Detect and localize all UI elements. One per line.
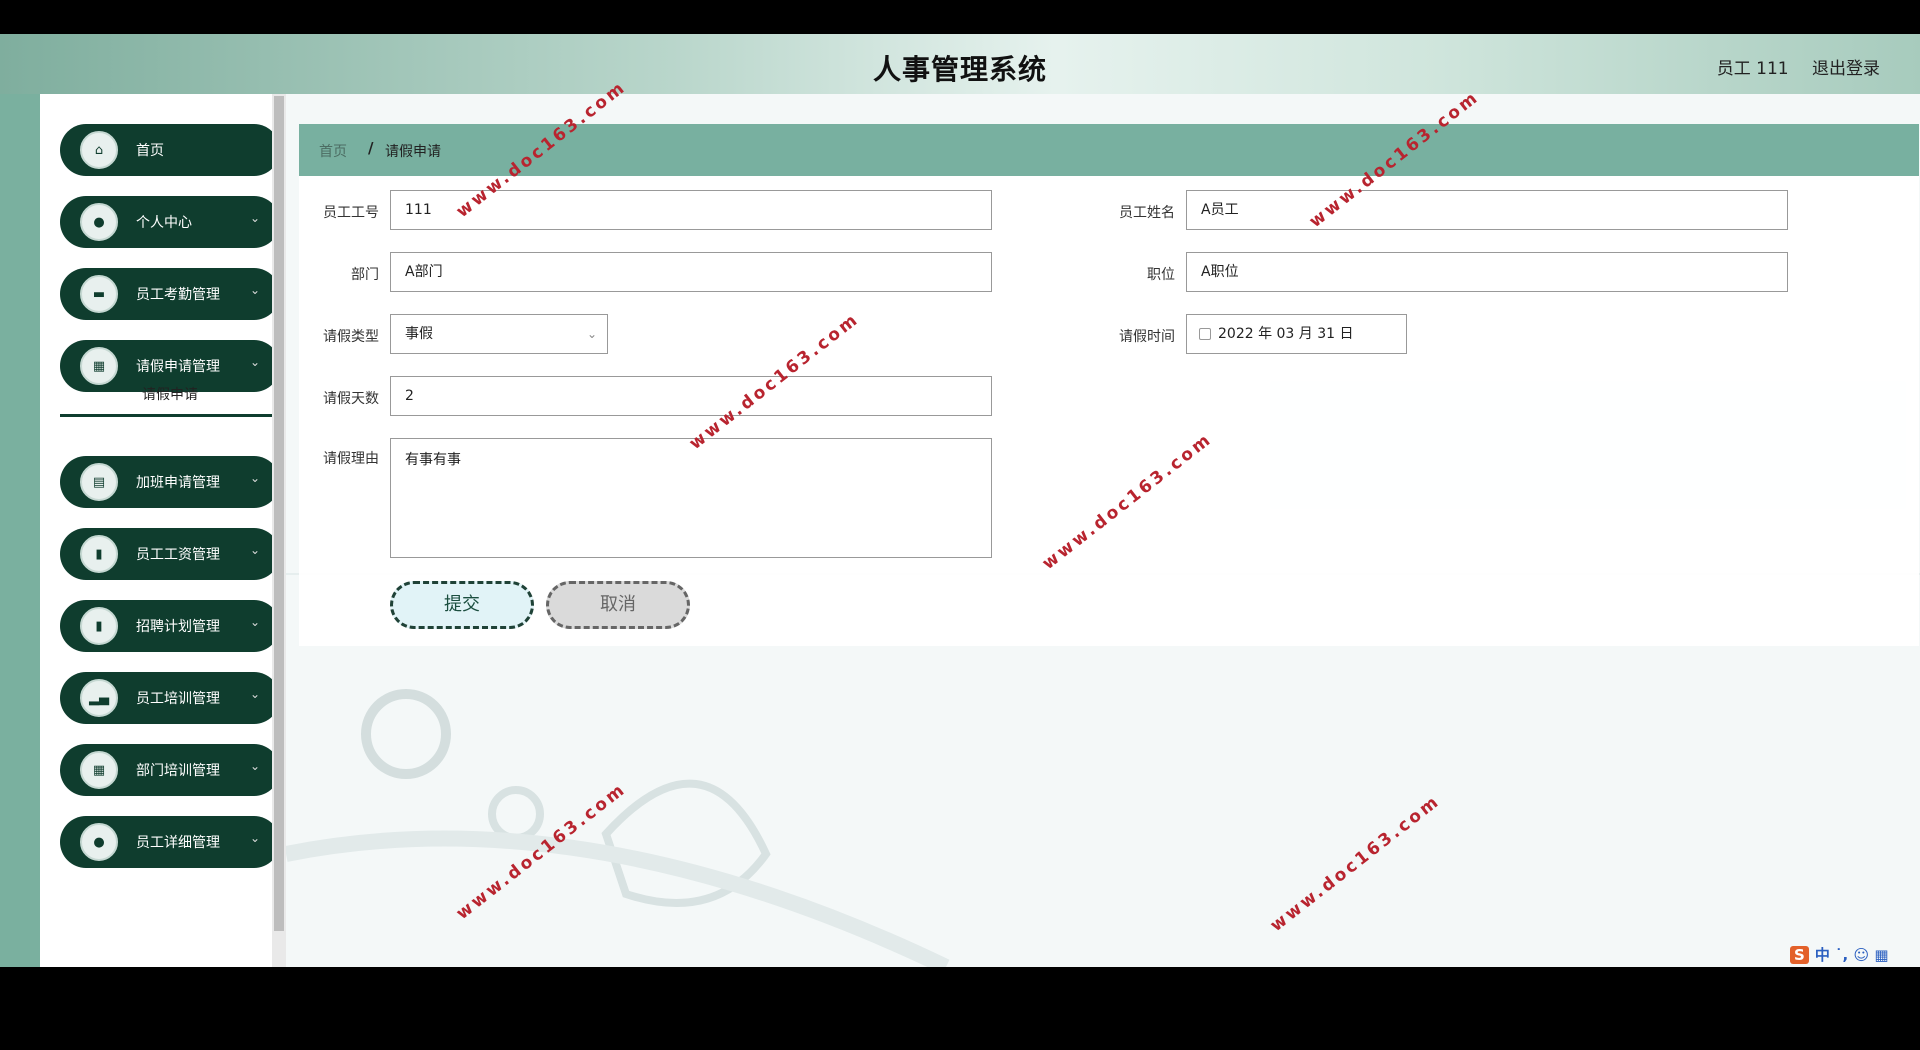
position-field[interactable]: A职位 xyxy=(1186,252,1788,292)
sidebar-item-department-training[interactable]: ▦ 部门培训管理 ⌄ xyxy=(60,744,280,796)
sidebar-item-attendance[interactable]: ▬ 员工考勤管理 ⌄ xyxy=(60,268,280,320)
sidebar-item-label: 个人中心 xyxy=(136,215,192,231)
leave-days-field[interactable]: 2 xyxy=(390,376,992,416)
sidebar-item-label: 加班申请管理 xyxy=(136,475,220,491)
leave-type-label: 请假类型 xyxy=(323,329,379,345)
chevron-down-icon: ⌄ xyxy=(249,283,260,297)
employee-id-label: 员工工号 xyxy=(323,205,379,221)
chevron-down-icon: ⌄ xyxy=(249,831,260,845)
chevron-down-icon: ⌄ xyxy=(249,759,260,773)
sidebar-item-home[interactable]: ⌂ 首页 xyxy=(60,124,280,176)
ime-toolbar[interactable]: S 中 ˙, ☺ ▦ xyxy=(1790,944,1889,965)
chevron-down-icon: ⌄ xyxy=(249,355,260,369)
sidebar-item-label: 员工工资管理 xyxy=(136,547,220,563)
chevron-down-icon: ⌄ xyxy=(249,211,260,225)
department-label: 部门 xyxy=(351,267,379,283)
grid-icon: ▦ xyxy=(80,751,118,789)
submit-button[interactable]: 提交 xyxy=(390,581,534,629)
ime-logo: S xyxy=(1790,946,1809,964)
ime-status: 中 ˙, ☺ ▦ xyxy=(1814,946,1889,964)
home-icon: ⌂ xyxy=(80,131,118,169)
chevron-down-icon: ⌄ xyxy=(249,687,260,701)
sidebar-item-employee-training[interactable]: ▂▄ 员工培训管理 ⌄ xyxy=(60,672,280,724)
user-area: 员工 111 退出登录 xyxy=(1699,54,1880,79)
scrollbar-thumb[interactable] xyxy=(274,96,284,931)
sidebar: ⌂ 首页 ● 个人中心 ⌄ ▬ 员工考勤管理 ⌄ ▦ 请假申请管理 ⌄ 请假申请… xyxy=(40,94,280,967)
logout-link[interactable]: 退出登录 xyxy=(1812,59,1880,79)
book-icon: ▮ xyxy=(80,607,118,645)
top-header: 人事管理系统 员工 111 退出登录 xyxy=(0,34,1920,94)
bar-chart-icon: ▂▄ xyxy=(80,679,118,717)
chevron-down-icon: ⌄ xyxy=(249,543,260,557)
sidebar-item-overtime[interactable]: ▤ 加班申请管理 ⌄ xyxy=(60,456,280,508)
cancel-button[interactable]: 取消 xyxy=(546,581,690,629)
leave-reason-textarea[interactable]: 有事有事 xyxy=(390,438,992,558)
breadcrumb-current: 请假申请 xyxy=(385,144,441,160)
sidebar-item-label: 员工考勤管理 xyxy=(136,287,220,303)
pin-icon: ● xyxy=(80,823,118,861)
employee-name-label: 员工姓名 xyxy=(1119,205,1175,221)
leave-time-value: 2022 年 03 月 31 日 xyxy=(1218,326,1354,342)
employee-name-field[interactable]: A员工 xyxy=(1186,190,1788,230)
leave-form: 员工工号 111 员工姓名 A员工 部门 A部门 职位 A职位 请假类型 事假 … xyxy=(299,176,1919,646)
department-field[interactable]: A部门 xyxy=(390,252,992,292)
submenu-item-leave-apply[interactable]: 请假申请 xyxy=(60,377,280,417)
sidebar-item-salary[interactable]: ▮ 员工工资管理 ⌄ xyxy=(60,528,280,580)
chevron-down-icon: ⌄ xyxy=(586,327,597,341)
breadcrumb-separator: / xyxy=(368,139,374,157)
chevron-down-icon: ⌄ xyxy=(249,615,260,629)
sidebar-item-employee-detail[interactable]: ● 员工详细管理 ⌄ xyxy=(60,816,280,868)
user-icon: ● xyxy=(80,203,118,241)
left-strip xyxy=(0,94,40,967)
sidebar-item-label: 员工详细管理 xyxy=(136,835,220,851)
sidebar-item-recruitment[interactable]: ▮ 招聘计划管理 ⌄ xyxy=(60,600,280,652)
breadcrumb-home[interactable]: 首页 xyxy=(319,141,347,161)
leave-type-value: 事假 xyxy=(405,326,433,342)
chevron-down-icon: ⌄ xyxy=(249,471,260,485)
leave-time-datepicker[interactable]: 2022 年 03 月 31 日 xyxy=(1186,314,1407,354)
position-label: 职位 xyxy=(1147,267,1175,283)
leave-reason-label: 请假理由 xyxy=(323,451,379,467)
sidebar-item-label: 首页 xyxy=(136,143,164,159)
sidebar-item-label: 员工培训管理 xyxy=(136,691,220,707)
leave-days-label: 请假天数 xyxy=(323,391,379,407)
sidebar-item-label: 部门培训管理 xyxy=(136,763,220,779)
calendar-icon xyxy=(1199,328,1211,340)
briefcase-icon: ▤ xyxy=(80,463,118,501)
leave-type-select[interactable]: 事假 ⌄ xyxy=(390,314,608,354)
sidebar-scrollbar[interactable] xyxy=(272,94,286,967)
monitor-icon: ▬ xyxy=(80,275,118,313)
sidebar-item-label: 招聘计划管理 xyxy=(136,619,220,635)
app-window: 人事管理系统 员工 111 退出登录 ⌂ 首页 ● 个人中心 ⌄ ▬ 员工考勤管… xyxy=(0,34,1920,967)
clipboard-icon: ▮ xyxy=(80,535,118,573)
sidebar-item-personal-center[interactable]: ● 个人中心 ⌄ xyxy=(60,196,280,248)
app-title: 人事管理系统 xyxy=(872,53,1047,86)
leave-time-label: 请假时间 xyxy=(1119,329,1175,345)
sidebar-item-label: 请假申请管理 xyxy=(136,359,220,375)
user-name: 员工 111 xyxy=(1716,59,1789,79)
